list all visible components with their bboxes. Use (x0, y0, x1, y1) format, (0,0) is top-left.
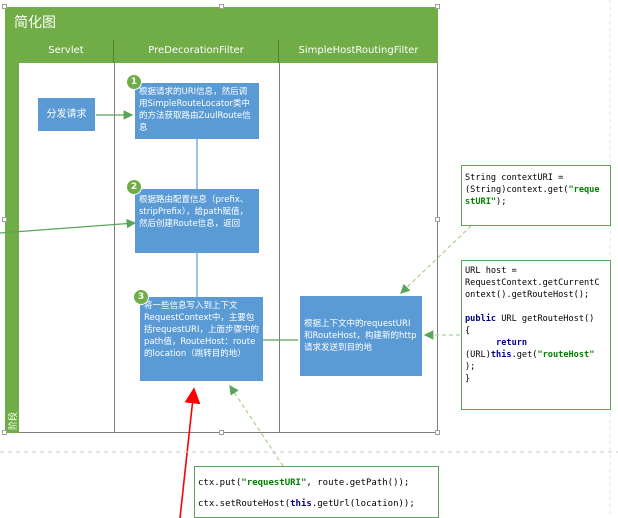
code-keyword: this (490, 350, 512, 360)
step3-text: 将一些信息写入到上下文RequestContext中，主要包括requestUR… (144, 301, 259, 359)
code-line: RequestContext.getCurrentC (465, 278, 600, 288)
code-string: stURI" (465, 197, 497, 207)
code-line: .getUrl(location)); (311, 499, 415, 509)
code-line: ); (465, 362, 476, 372)
code-routehost-box: URL host = RequestContext.getCurrentC on… (461, 260, 611, 410)
arrow-code-ctxput (229, 384, 284, 467)
code-line: ctx.setRouteHost( (198, 499, 291, 509)
step3-box: 将一些信息写入到上下文RequestContext中，主要包括requestUR… (140, 297, 263, 381)
code-string: "reque (568, 185, 600, 195)
code-line: } (465, 374, 471, 384)
step1-badge: 1 (126, 74, 142, 90)
arrow-external-to-step2 (0, 218, 137, 234)
code-keyword: public (465, 314, 497, 324)
step2-badge: 2 (126, 179, 142, 195)
step1-box: 根据请求的URI信息，然后调用SimpleRouteLocator类中的方法获取… (135, 83, 259, 139)
code-line: (URL) (465, 350, 491, 360)
code-keyword: return (496, 338, 528, 348)
step2-text: 根据路由配置信息（prefix、stripPrefix），给path赋值，然后创… (139, 195, 249, 229)
routing-text: 根据上下文中的requestURI和RouteHost，构建新的http请求发送… (304, 319, 417, 353)
step1-text: 根据请求的URI信息，然后调用SimpleRouteLocator类中的方法获取… (139, 87, 251, 133)
dispatch-request-box: 分发请求 (38, 98, 95, 131)
code-line: String contextURI = (465, 173, 564, 183)
code-string: "requestURI" (241, 478, 307, 488)
code-string: "routeHost" (537, 350, 595, 360)
code-line: { (465, 326, 471, 336)
code-line: URL getRouteHost() (496, 314, 595, 324)
code-keyword: this (290, 499, 312, 509)
step3-badge: 3 (133, 289, 149, 305)
code-line: ); (496, 197, 507, 207)
step2-box: 根据路由配置信息（prefix、stripPrefix），给path赋值，然后创… (135, 189, 259, 253)
red-arrow (179, 387, 201, 518)
code-line: URL host = (465, 266, 517, 276)
code-contexturi-box: String contextURI = (String)context.get(… (461, 165, 611, 226)
connector-layer (0, 0, 618, 518)
code-line: .get( (511, 350, 538, 360)
code-line: ontext().getRouteHost(); (465, 290, 590, 300)
code-line: ctx.put( (198, 478, 242, 488)
code-line: (String)context.get( (465, 185, 569, 195)
dispatch-request-label: 分发请求 (46, 108, 87, 120)
code-ctxput-box: ctx.put("requestURI", route.getPath()); … (194, 466, 439, 518)
routing-box: 根据上下文中的requestURI和RouteHost，构建新的http请求发送… (300, 296, 422, 376)
code-line: , route.getPath()); (306, 478, 410, 488)
